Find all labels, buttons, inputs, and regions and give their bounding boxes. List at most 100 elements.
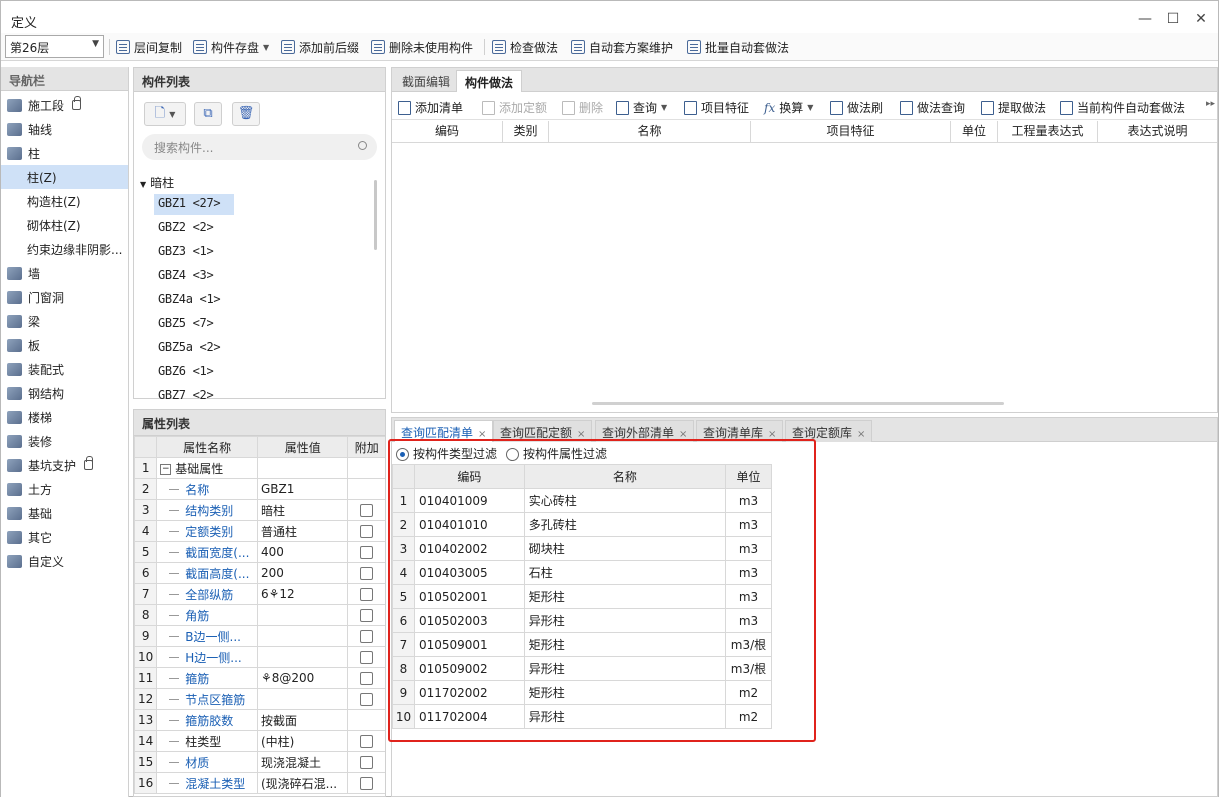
method-query-button[interactable]: 做法查询 bbox=[900, 99, 965, 116]
query-button[interactable]: 查询 ▼ bbox=[616, 99, 667, 116]
table-row[interactable]: 1 010401009 实心砖柱 m3 bbox=[392, 488, 773, 513]
floor-select[interactable]: 第26层 ▼ bbox=[5, 35, 104, 58]
filter-by-attr-radio[interactable]: 按构件属性过滤 bbox=[506, 445, 607, 462]
property-row[interactable]: 12 节点区箍筋 bbox=[134, 688, 385, 710]
property-value[interactable]: 按截面 bbox=[256, 709, 349, 731]
item-feature-button[interactable]: 项目特征 bbox=[684, 99, 749, 116]
tab-component-method[interactable]: 构件做法 bbox=[456, 70, 523, 92]
maximize-icon[interactable]: ☐ bbox=[1163, 9, 1183, 29]
property-row[interactable]: 7 全部纵筋 6⚘12 bbox=[134, 583, 385, 605]
tab-quota-library[interactable]: 查询定额库 × bbox=[785, 420, 873, 442]
property-row[interactable]: 4 定额类别 普通柱 bbox=[134, 520, 385, 542]
sidebar-item[interactable]: 构造柱(Z) bbox=[1, 189, 128, 213]
sidebar-item[interactable]: 自定义 bbox=[1, 549, 128, 573]
delete-component-button[interactable]: 🗑 bbox=[232, 102, 260, 126]
new-component-button[interactable]: 🗋 ▼ bbox=[144, 102, 186, 126]
extra-checkbox[interactable] bbox=[360, 546, 374, 559]
property-value[interactable]: (中柱) bbox=[256, 730, 349, 752]
property-value[interactable]: 暗柱 bbox=[256, 499, 349, 521]
save-component-button[interactable]: 构件存盘 ▼ bbox=[193, 37, 269, 57]
extra-checkbox[interactable] bbox=[360, 756, 374, 769]
tab-external-list[interactable]: 查询外部清单 × bbox=[595, 420, 695, 442]
method-brush-button[interactable]: 做法刷 bbox=[830, 99, 883, 116]
property-row[interactable]: 2 名称 GBZ1 bbox=[134, 478, 385, 500]
property-row[interactable]: 11 箍筋 ⚘8@200 bbox=[134, 667, 385, 689]
sidebar-item[interactable]: 施工段 bbox=[1, 93, 128, 117]
extra-checkbox[interactable] bbox=[360, 630, 374, 643]
add-list-button[interactable]: 添加清单 bbox=[398, 99, 463, 116]
extra-checkbox[interactable] bbox=[360, 525, 374, 538]
property-value[interactable] bbox=[256, 646, 349, 668]
sidebar-item[interactable]: 钢结构 bbox=[1, 381, 128, 405]
filter-by-type-radio[interactable]: 按构件类型过滤 bbox=[396, 445, 497, 462]
property-value[interactable] bbox=[256, 604, 349, 626]
sidebar-item[interactable]: 轴线 bbox=[1, 117, 128, 141]
component-list-item[interactable]: GBZ2 <2> bbox=[154, 218, 234, 239]
property-row[interactable]: 1− 基础属性 bbox=[134, 457, 385, 479]
table-row[interactable]: 8 010509002 异形柱 m3/根 bbox=[392, 656, 773, 681]
sidebar-item[interactable]: 柱(Z) bbox=[1, 165, 128, 189]
extra-checkbox[interactable] bbox=[360, 693, 374, 706]
component-list-item[interactable]: GBZ1 <27> bbox=[154, 194, 234, 215]
close-tab-icon[interactable]: × bbox=[679, 429, 687, 440]
table-row[interactable]: 4 010403005 石柱 m3 bbox=[392, 560, 773, 585]
property-row[interactable]: 3 结构类别 暗柱 bbox=[134, 499, 385, 521]
property-value[interactable]: (现浇碎石混... bbox=[256, 772, 349, 794]
tab-match-quota[interactable]: 查询匹配定额 × bbox=[493, 420, 593, 442]
delete-unused-button[interactable]: 删除未使用构件 bbox=[371, 37, 473, 57]
sidebar-item[interactable]: 约束边缘非阴影... bbox=[1, 237, 128, 261]
property-row[interactable]: 14 柱类型 (中柱) bbox=[134, 730, 385, 752]
close-tab-icon[interactable]: × bbox=[577, 429, 585, 440]
extra-checkbox[interactable] bbox=[360, 672, 374, 685]
table-row[interactable]: 9 011702002 矩形柱 m2 bbox=[392, 680, 773, 705]
property-value[interactable]: ⚘8@200 bbox=[256, 667, 349, 689]
property-value[interactable] bbox=[256, 457, 349, 479]
property-row[interactable]: 10 H边一侧... bbox=[134, 646, 385, 668]
property-value[interactable] bbox=[256, 625, 349, 647]
sidebar-item[interactable]: 门窗洞 bbox=[1, 285, 128, 309]
convert-button[interactable]: fx 换算 ▼ bbox=[764, 99, 813, 116]
component-search-input[interactable]: 搜索构件... bbox=[142, 134, 377, 160]
component-list-item[interactable]: GBZ5 <7> bbox=[154, 314, 234, 335]
component-list-item[interactable]: GBZ3 <1> bbox=[154, 242, 234, 263]
property-row[interactable]: 5 截面宽度(... 400 bbox=[134, 541, 385, 563]
extra-checkbox[interactable] bbox=[360, 504, 374, 517]
method-table-hscrollbar[interactable] bbox=[592, 402, 1004, 405]
minimize-icon[interactable]: — bbox=[1135, 9, 1155, 29]
auto-apply-method-button[interactable]: 当前构件自动套做法 bbox=[1060, 99, 1185, 116]
property-value[interactable]: 6⚘12 bbox=[256, 583, 349, 605]
sidebar-item[interactable]: 柱 bbox=[1, 141, 128, 165]
property-row[interactable]: 16 混凝土类型 (现浇碎石混... bbox=[134, 772, 385, 794]
add-quota-button[interactable]: 添加定额 bbox=[482, 99, 547, 116]
table-row[interactable]: 3 010402002 砌块柱 m3 bbox=[392, 536, 773, 561]
extra-checkbox[interactable] bbox=[360, 567, 374, 580]
sidebar-item[interactable]: 墙 bbox=[1, 261, 128, 285]
sidebar-item[interactable]: 基坑支护 bbox=[1, 453, 128, 477]
close-tab-icon[interactable]: × bbox=[857, 429, 865, 440]
component-list-scrollbar[interactable] bbox=[374, 180, 377, 250]
property-row[interactable]: 6 截面高度(... 200 bbox=[134, 562, 385, 584]
property-row[interactable]: 15 材质 现浇混凝土 bbox=[134, 751, 385, 773]
sidebar-item[interactable]: 楼梯 bbox=[1, 405, 128, 429]
property-value[interactable]: 普通柱 bbox=[256, 520, 349, 542]
property-row[interactable]: 8 角筋 bbox=[134, 604, 385, 626]
component-list-item[interactable]: GBZ5a <2> bbox=[154, 338, 234, 359]
tab-list-library[interactable]: 查询清单库 × bbox=[696, 420, 784, 442]
table-row[interactable]: 6 010502003 异形柱 m3 bbox=[392, 608, 773, 633]
batch-auto-method-button[interactable]: 批量自动套做法 bbox=[687, 37, 789, 57]
sidebar-item[interactable]: 梁 bbox=[1, 309, 128, 333]
sidebar-item[interactable]: 装配式 bbox=[1, 357, 128, 381]
copy-component-button[interactable]: ⧉ bbox=[194, 102, 222, 126]
extra-checkbox[interactable] bbox=[360, 735, 374, 748]
close-tab-icon[interactable]: × bbox=[478, 429, 486, 440]
property-row[interactable]: 9 B边一侧... bbox=[134, 625, 385, 647]
component-list-item[interactable]: GBZ6 <1> bbox=[154, 362, 234, 383]
property-value[interactable]: 现浇混凝土 bbox=[256, 751, 349, 773]
extra-checkbox[interactable] bbox=[360, 651, 374, 664]
table-row[interactable]: 7 010509001 矩形柱 m3/根 bbox=[392, 632, 773, 657]
add-prefix-suffix-button[interactable]: 添加前后缀 bbox=[281, 37, 359, 57]
tree-root-hidden-column[interactable]: ▼ 暗柱 bbox=[140, 174, 174, 191]
more-tools-icon[interactable]: ▸▸ bbox=[1206, 99, 1215, 109]
property-value[interactable] bbox=[256, 688, 349, 710]
sidebar-item[interactable]: 砌体柱(Z) bbox=[1, 213, 128, 237]
